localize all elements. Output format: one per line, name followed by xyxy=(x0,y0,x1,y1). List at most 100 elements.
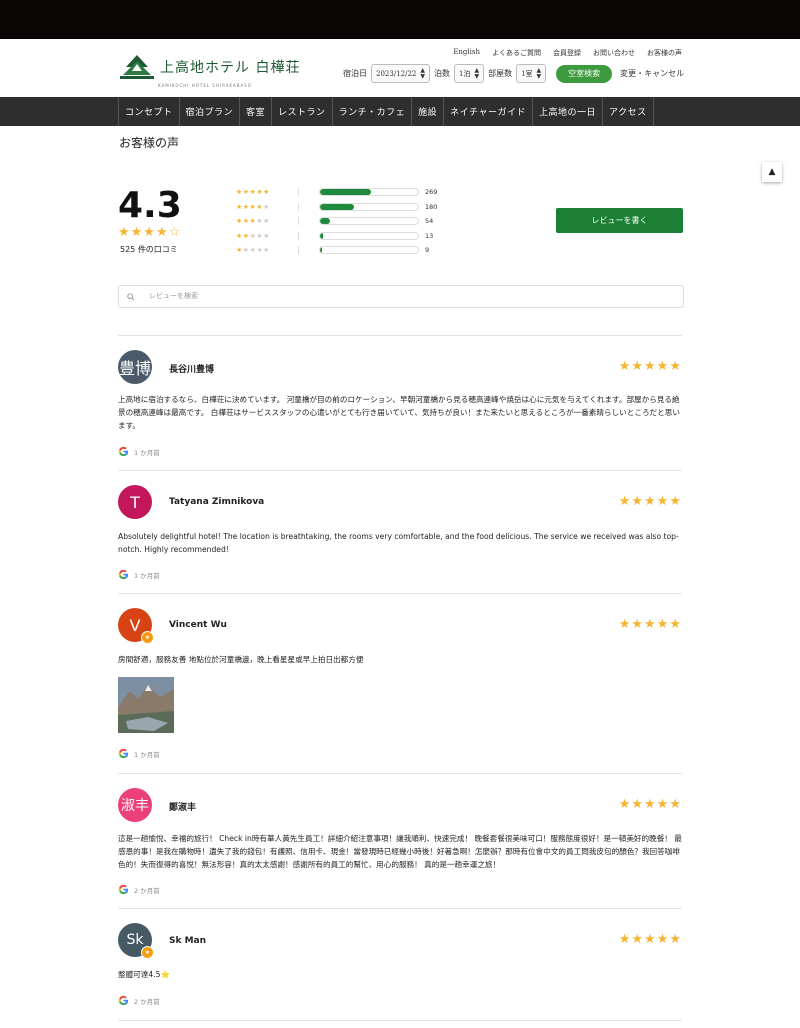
divider xyxy=(118,1020,682,1021)
date-select[interactable]: 2023/12/22 ▲ ▼ xyxy=(371,64,430,83)
search-input[interactable] xyxy=(147,292,551,301)
nights-label: 泊数 xyxy=(433,69,450,78)
local-guide-badge-icon: ★ xyxy=(141,946,154,959)
change-cancel-link[interactable]: 変更・キャンセル xyxy=(620,68,684,79)
main-nav: コンセプト 宿泊プラン 客室 レストラン ランチ・カフェ 施設 ネイチャーガイド… xyxy=(118,97,654,126)
nights-value: 1泊 xyxy=(458,69,471,78)
distribution-bar-fill xyxy=(320,232,323,239)
top-links: English よくあるご質問 会員登録 お問い合わせ お客様の声 xyxy=(453,48,682,58)
review-count: 525 件の口コミ xyxy=(120,245,178,254)
avatar: 豊博 xyxy=(118,350,152,384)
site-header: 上高地ホテル 白樺荘 KAMIKOCHI HOTEL SHIRAKABASO E… xyxy=(0,39,800,97)
nav-access[interactable]: アクセス xyxy=(602,97,654,126)
avatar: Sk ★ xyxy=(118,923,154,959)
review-text: 這是一趟愉悅、幸福的旅行！ Check in時有華人黃先生員工！詳細介紹注意事項… xyxy=(118,834,682,869)
select-arrows-icon: ▲ ▼ xyxy=(420,66,425,80)
review-meta: 2 か月前 xyxy=(118,884,160,895)
distribution-bar-fill xyxy=(320,203,355,210)
distribution-stars: ★★★★★ xyxy=(236,188,299,197)
write-review-button[interactable]: レビューを書く xyxy=(556,208,683,233)
distribution-row[interactable]: ★★★★★ 13 xyxy=(236,229,437,244)
google-icon xyxy=(118,995,129,1006)
distribution-row[interactable]: ★★★★★ 269 xyxy=(236,185,437,200)
reviewer-name: Tatyana Zimnikova xyxy=(169,497,265,507)
nav-nature-guide[interactable]: ネイチャーガイド xyxy=(443,97,532,126)
nav-rooms[interactable]: 客室 xyxy=(239,97,271,126)
nav-plans[interactable]: 宿泊プラン xyxy=(178,97,240,126)
nights-select[interactable]: 1泊 ▲ ▼ xyxy=(453,64,485,83)
review-text: 上高地に宿泊するなら、白樺荘に決めています。 河童橋が目の前のロケーション、早朝… xyxy=(118,395,680,430)
distribution-row[interactable]: ★★★★★ 54 xyxy=(236,214,437,229)
arrow-up-icon: ▲ xyxy=(768,167,776,177)
review-time: 2 か月前 xyxy=(134,886,160,895)
avatar-initials: 豊博 xyxy=(118,359,151,378)
distribution-count: 54 xyxy=(425,217,434,226)
review-meta: 1 か月前 xyxy=(118,569,160,580)
divider xyxy=(118,908,682,909)
scroll-to-top-button[interactable]: ▲ xyxy=(762,162,782,182)
distribution-stars: ★★★★★ xyxy=(236,202,299,211)
reviewer-name: 鄭淑丰 xyxy=(169,803,197,813)
page-title: お客様の声 xyxy=(119,136,180,150)
distribution-bar xyxy=(319,231,419,240)
link-voice[interactable]: お客様の声 xyxy=(647,48,682,58)
google-icon xyxy=(118,446,129,457)
review-photo[interactable] xyxy=(118,677,174,733)
nav-restaurant[interactable]: レストラン xyxy=(271,97,332,126)
link-english[interactable]: English xyxy=(453,48,480,58)
review-meta: 1 か月前 xyxy=(118,748,160,759)
nav-lunch-cafe[interactable]: ランチ・カフェ xyxy=(331,97,412,126)
review-search xyxy=(118,285,684,308)
avatar: T xyxy=(118,485,152,519)
rooms-select[interactable]: 1室 ▲ ▼ xyxy=(516,64,547,83)
link-faq[interactable]: よくあるご質問 xyxy=(492,48,541,58)
select-arrows-icon: ▲ ▼ xyxy=(536,66,542,80)
review-text: 房間舒適，服務友善 地點位於河童橋邊，晚上看星星或早上拍日出都方便 xyxy=(118,655,364,664)
review-time: 1 か月前 xyxy=(134,448,160,457)
distribution-bar xyxy=(319,188,419,197)
divider xyxy=(118,773,682,774)
distribution-stars: ★★★★★ xyxy=(236,231,299,240)
google-icon xyxy=(118,569,129,580)
distribution-count: 9 xyxy=(425,246,430,255)
distribution-count: 180 xyxy=(425,202,438,211)
distribution-row[interactable]: ★★★★★ 9 xyxy=(236,243,437,258)
review-time: 2 か月前 xyxy=(134,997,160,1006)
review-time: 1 か月前 xyxy=(134,750,160,759)
date-label: 宿泊日 xyxy=(343,69,367,78)
rooms-value: 1室 xyxy=(521,69,533,78)
link-register[interactable]: 会員登録 xyxy=(553,48,581,58)
review-text: 整體可達4.5⭐ xyxy=(118,970,170,979)
avatar-initials: T xyxy=(130,492,140,512)
distribution-bar-fill xyxy=(320,247,322,254)
divider xyxy=(118,335,682,336)
distribution-count: 13 xyxy=(425,231,434,240)
average-rating: 4.3 xyxy=(118,185,182,226)
review-meta: 2 か月前 xyxy=(118,995,160,1006)
reviewer-name: Vincent Wu xyxy=(169,620,227,630)
distribution-bar xyxy=(319,246,419,255)
site-logo[interactable]: 上高地ホテル 白樺荘 xyxy=(120,53,300,81)
avatar-initials: V xyxy=(129,615,141,635)
date-value: 2023/12/22 xyxy=(376,69,417,78)
distribution-bar xyxy=(319,217,419,226)
top-black-bar xyxy=(0,0,800,39)
avatar: V ★ xyxy=(118,608,154,644)
link-contact[interactable]: お問い合わせ xyxy=(593,48,635,58)
distribution-bar-fill xyxy=(320,218,330,225)
search-icon xyxy=(127,292,135,301)
nav-concept[interactable]: コンセプト xyxy=(118,97,179,126)
vacancy-search-button[interactable]: 空室検索 xyxy=(556,64,613,83)
nav-one-day[interactable]: 上高地の一日 xyxy=(532,97,602,126)
rating-distribution: ★★★★★ 269 ★★★★★ 180 ★★★★★ 54 ★★★★★ 13 ★★★★★ 9 xyxy=(236,185,437,258)
review-stars: ★★★★★ xyxy=(618,617,682,632)
review-stars: ★★★★★ xyxy=(618,932,682,947)
nav-facilities[interactable]: 施設 xyxy=(411,97,443,126)
review-stars: ★★★★★ xyxy=(618,359,682,374)
divider xyxy=(118,593,682,594)
avatar-initials: 淑丰 xyxy=(121,798,149,814)
distribution-bar-fill xyxy=(320,189,371,196)
review-stars: ★★★★★ xyxy=(618,797,682,812)
distribution-row[interactable]: ★★★★★ 180 xyxy=(236,200,437,215)
reviewer-name: Sk Man xyxy=(169,936,207,946)
